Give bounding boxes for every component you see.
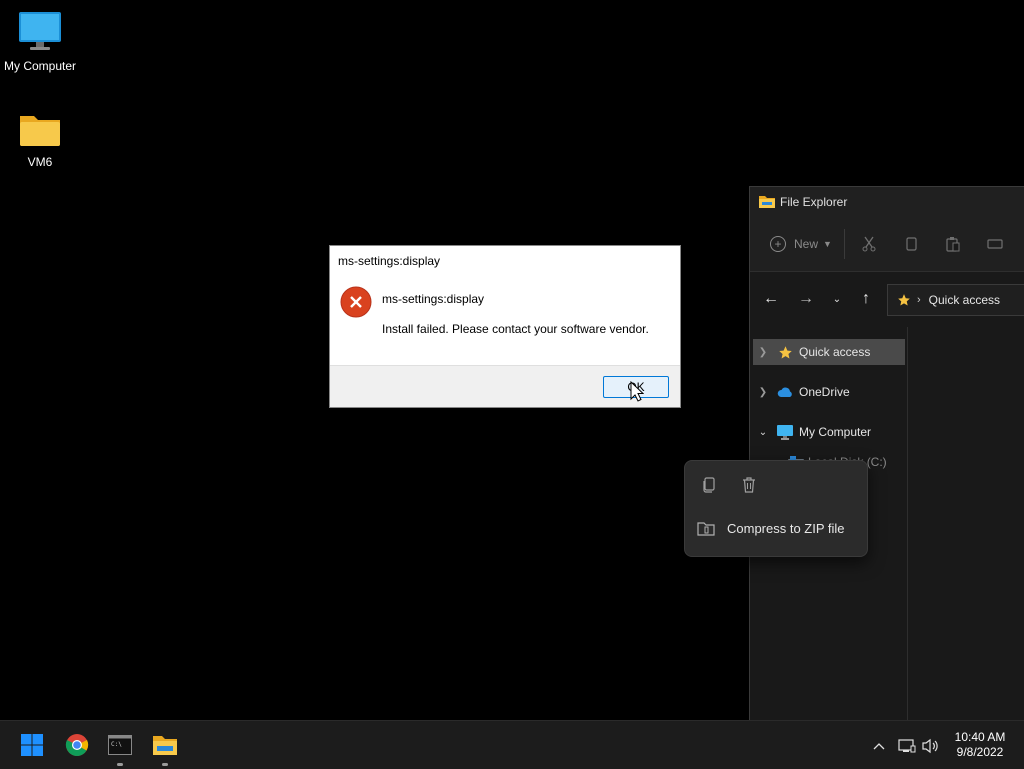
chevron-down-icon[interactable]: ⌄: [753, 427, 773, 438]
chevron-right-icon[interactable]: ❯: [753, 387, 773, 398]
sidebar-item-label: My Computer: [799, 425, 872, 439]
paste-icon[interactable]: [941, 229, 965, 259]
chrome-icon: [65, 734, 89, 756]
terminal-icon: C:\: [108, 735, 132, 755]
back-button[interactable]: ←: [756, 284, 786, 314]
forward-button[interactable]: →: [791, 284, 821, 314]
file-explorer-taskbar-button[interactable]: [147, 727, 183, 766]
copy-icon[interactable]: [899, 229, 923, 259]
window-title: File Explorer: [780, 195, 848, 209]
start-icon: [21, 734, 43, 756]
file-explorer-window[interactable]: File Explorer + New ▼ ← → ⌄ ↑ › Quick ac…: [749, 186, 1024, 721]
plus-icon: +: [770, 236, 786, 252]
recent-locations-button[interactable]: ⌄: [822, 284, 852, 314]
command-bar: + New ▼: [750, 217, 1024, 272]
error-dialog: ms-settings:display ms-settings:display …: [329, 245, 681, 408]
context-menu: Compress to ZIP file: [684, 460, 868, 557]
svg-text:C:\: C:\: [111, 741, 122, 748]
clock-date: 9/8/2022: [956, 745, 1004, 759]
dialog-footer: OK: [330, 365, 680, 407]
menu-item-label: Compress to ZIP file: [727, 520, 845, 536]
dialog-title: ms-settings:display: [338, 254, 441, 268]
rename-icon[interactable]: [983, 229, 1007, 259]
chevron-right-icon: ›: [917, 294, 921, 306]
chevron-right-icon[interactable]: ❯: [753, 347, 773, 358]
terminal-taskbar-button[interactable]: C:\: [102, 727, 138, 766]
sidebar-item-onedrive[interactable]: ❯ OneDrive: [753, 379, 905, 405]
dialog-message: Install failed. Please contact your soft…: [382, 322, 649, 336]
zip-folder-icon: [697, 519, 715, 537]
navigation-bar: ← → ⌄ ↑ › Quick access: [750, 272, 1024, 326]
file-explorer-icon: [759, 195, 775, 209]
clock-time: 10:40 AM: [954, 730, 1006, 744]
monitor-icon: [777, 424, 793, 440]
network-icon[interactable]: [896, 735, 918, 757]
error-icon: [340, 286, 372, 318]
address-label: Quick access: [928, 293, 1001, 307]
folder-icon: [0, 110, 80, 151]
title-bar[interactable]: File Explorer: [750, 187, 1024, 217]
star-icon: [897, 293, 911, 307]
taskbar: C:\ 10:40 AM 9/8/2022: [0, 720, 1024, 769]
star-icon: [777, 344, 793, 360]
dialog-heading: ms-settings:display: [382, 292, 485, 306]
desktop-icon-label: VM6: [27, 155, 53, 169]
up-button[interactable]: ↑: [851, 284, 881, 314]
chevron-up-icon: [873, 743, 885, 750]
new-label: New: [794, 237, 819, 251]
file-explorer-icon: [153, 736, 177, 755]
running-indicator: [162, 763, 168, 766]
cloud-icon: [777, 384, 793, 400]
cut-icon[interactable]: [857, 229, 881, 259]
start-button[interactable]: [14, 727, 50, 763]
trash-icon[interactable]: [737, 473, 761, 497]
address-bar[interactable]: › Quick access: [887, 284, 1024, 316]
sidebar-item-quick-access[interactable]: ❯ Quick access: [753, 339, 905, 365]
chrome-taskbar-button[interactable]: [59, 727, 95, 763]
volume-icon[interactable]: [920, 735, 942, 757]
chevron-down-icon: ▼: [823, 239, 832, 249]
running-indicator: [117, 763, 123, 766]
sidebar-item-label: Quick access: [799, 345, 871, 359]
sidebar-item-my-computer[interactable]: ⌄ My Computer: [753, 419, 905, 445]
context-menu-quick-actions: [697, 473, 777, 497]
mouse-cursor-icon: [630, 380, 645, 406]
taskbar-clock[interactable]: 10:40 AM 9/8/2022: [940, 730, 1020, 760]
desktop-icon-label: My Computer: [3, 59, 77, 73]
compress-to-zip-menu-item[interactable]: Compress to ZIP file: [697, 517, 857, 539]
desktop-icon-vm6[interactable]: VM6: [0, 110, 80, 169]
monitor-icon: [0, 10, 80, 55]
desktop-icon-my-computer[interactable]: My Computer: [0, 10, 80, 73]
new-button[interactable]: + New ▼: [770, 236, 832, 252]
copy-icon[interactable]: [697, 473, 721, 497]
show-hidden-icons-button[interactable]: [868, 735, 890, 757]
divider: [843, 229, 845, 259]
sidebar-item-label: OneDrive: [799, 385, 850, 399]
